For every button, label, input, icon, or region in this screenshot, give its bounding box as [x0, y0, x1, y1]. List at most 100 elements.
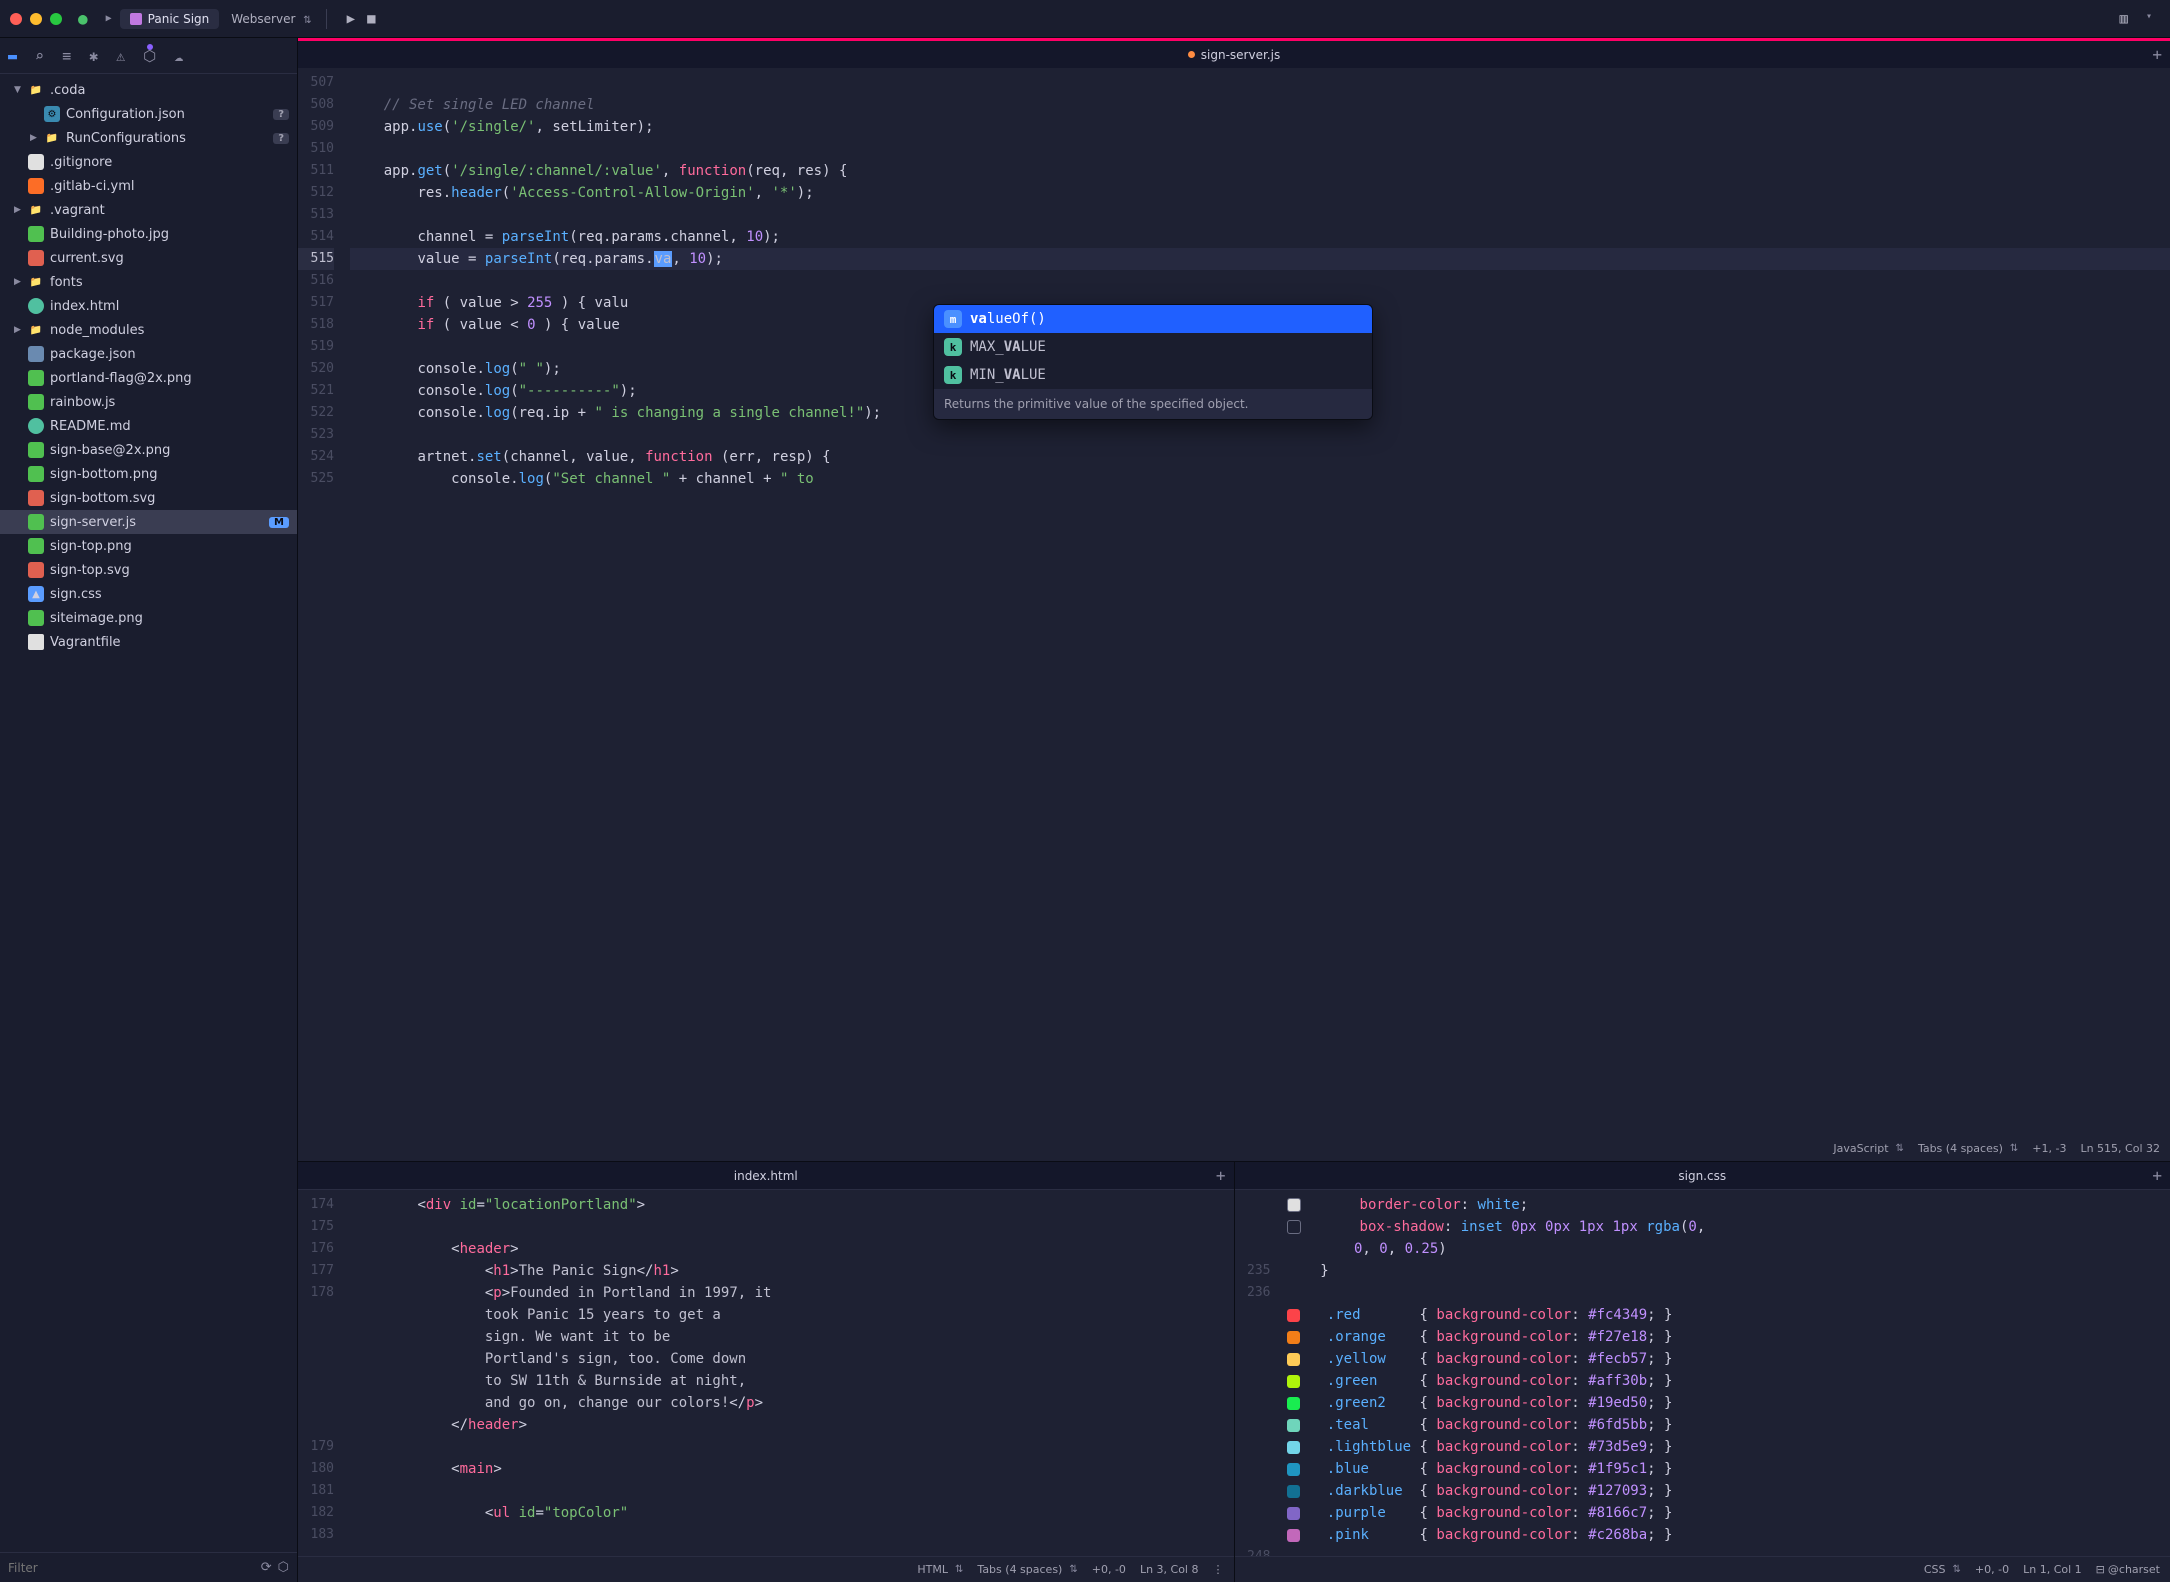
file-name: index.html	[50, 299, 119, 314]
color-swatch	[1287, 1309, 1300, 1322]
code-area-bl[interactable]: 174175176177178 179180181182183 <div id=…	[298, 1190, 1234, 1556]
image-icon	[28, 466, 44, 482]
new-tab-button-br[interactable]: +	[2152, 1166, 2162, 1185]
tab-index-html[interactable]: index.html	[734, 1169, 798, 1183]
code-area-top[interactable]: 5075085095105115125135145155165175185195…	[298, 68, 2170, 1161]
autocomplete-item[interactable]: mvalueOf()	[934, 305, 1372, 333]
autocomplete-item[interactable]: kMAX_VALUE	[934, 333, 1372, 361]
tree-item--vagrant[interactable]: ▶📁.vagrant	[0, 198, 297, 222]
lang-selector[interactable]: JavaScript ⇅	[1833, 1142, 1904, 1155]
chevron-icon: ▶	[14, 277, 26, 287]
diff-status: +1, -3	[2032, 1142, 2066, 1155]
file-name: sign-base@2x.png	[50, 443, 170, 458]
new-tab-button[interactable]: +	[2152, 45, 2162, 64]
layout-button[interactable]: ▥	[2120, 11, 2128, 27]
file-name: Configuration.json	[66, 107, 185, 122]
lang-selector-br[interactable]: CSS ⇅	[1924, 1563, 1961, 1576]
run-button[interactable]: ▶	[347, 11, 355, 27]
files-tab[interactable]: ▬	[8, 47, 17, 65]
chevron-down-icon[interactable]: ▾	[2146, 11, 2152, 27]
code-bl[interactable]: <div id="locationPortland"> <header> <h1…	[342, 1190, 1234, 1556]
tree-item-readme-md[interactable]: README.md	[0, 414, 297, 438]
outline-tab[interactable]: ≡	[62, 47, 71, 65]
fold-checkbox[interactable]	[1287, 1220, 1301, 1234]
fold-checkbox[interactable]	[1287, 1198, 1301, 1212]
folder-icon: 📁	[28, 322, 44, 338]
bookmark-tab[interactable]: ✱	[89, 47, 98, 65]
tree-item-sign-bottom-svg[interactable]: sign-bottom.svg	[0, 486, 297, 510]
project-selector[interactable]: Panic Sign	[120, 9, 220, 29]
tree-item-vagrantfile[interactable]: Vagrantfile	[0, 630, 297, 654]
minimize-window[interactable]	[30, 13, 42, 25]
chevron-icon: ▶	[106, 13, 112, 24]
zoom-window[interactable]	[50, 13, 62, 25]
file-name: sign-top.png	[50, 539, 132, 554]
file-name: sign-top.svg	[50, 563, 130, 578]
tree-item--gitignore[interactable]: .gitignore	[0, 150, 297, 174]
code-area-br[interactable]: 235236 248 border-color: white; box-shad…	[1235, 1190, 2170, 1556]
file-name: sign-bottom.svg	[50, 491, 155, 506]
json-icon	[28, 346, 44, 362]
tree-item-sign-bottom-png[interactable]: sign-bottom.png	[0, 462, 297, 486]
tree-item-sign-base-2x-png[interactable]: sign-base@2x.png	[0, 438, 297, 462]
settings-icon[interactable]: ⬡	[278, 1560, 289, 1575]
close-window[interactable]	[10, 13, 22, 25]
tree-item-package-json[interactable]: package.json	[0, 342, 297, 366]
tree-item-sign-server-js[interactable]: sign-server.jsM	[0, 510, 297, 534]
file-tree[interactable]: ▼📁.coda⚙Configuration.json?▶📁RunConfigur…	[0, 74, 297, 1552]
run-target-selector[interactable]: Webserver ⇅	[231, 12, 311, 26]
status-bar-top: JavaScript ⇅ Tabs (4 spaces) ⇅ +1, -3 Ln…	[1823, 1135, 2170, 1161]
tab-sign-server[interactable]: sign-server.js	[1188, 48, 1280, 62]
tree-item-siteimage-png[interactable]: siteimage.png	[0, 606, 297, 630]
tree-item-portland-flag-2x-png[interactable]: portland-flag@2x.png	[0, 366, 297, 390]
image-icon	[28, 538, 44, 554]
sync-icon[interactable]: ⟳	[261, 1560, 272, 1575]
js-icon	[28, 514, 44, 530]
tab-bar-top: sign-server.js +	[298, 38, 2170, 68]
cloud-tab[interactable]: ☁	[174, 47, 183, 65]
stop-button[interactable]: ■	[367, 11, 375, 27]
image-icon	[28, 610, 44, 626]
autocomplete-item[interactable]: kMIN_VALUE	[934, 361, 1372, 389]
tree-item-sign-css[interactable]: ▲sign.css	[0, 582, 297, 606]
color-swatch	[1287, 1507, 1300, 1520]
badge: M	[269, 517, 289, 528]
tree-item--gitlab-ci-yml[interactable]: .gitlab-ci.yml	[0, 174, 297, 198]
tree-item-sign-top-svg[interactable]: sign-top.svg	[0, 558, 297, 582]
more-bl[interactable]: ⋮	[1213, 1563, 1224, 1576]
color-swatch	[1287, 1463, 1300, 1476]
file-icon	[28, 634, 44, 650]
tree-item-current-svg[interactable]: current.svg	[0, 246, 297, 270]
search-tab[interactable]: ⌕	[35, 47, 44, 65]
editor-bottom-right: sign.css + 235236 248 border-color: whit…	[1234, 1162, 2170, 1582]
indent-selector-bl[interactable]: Tabs (4 spaces) ⇅	[977, 1563, 1077, 1576]
tree-item-rainbow-js[interactable]: rainbow.js	[0, 390, 297, 414]
charset-br[interactable]: ⊟ @charset	[2096, 1563, 2160, 1576]
gitignore-icon	[28, 154, 44, 170]
tree-item-sign-top-png[interactable]: sign-top.png	[0, 534, 297, 558]
file-name: README.md	[50, 419, 131, 434]
tree-item-node-modules[interactable]: ▶📁node_modules	[0, 318, 297, 342]
tree-item-index-html[interactable]: index.html	[0, 294, 297, 318]
folder-icon: 📁	[28, 274, 44, 290]
tree-item-configuration-json[interactable]: ⚙Configuration.json?	[0, 102, 297, 126]
lang-selector-bl[interactable]: HTML ⇅	[917, 1563, 963, 1576]
filter-input[interactable]	[8, 1561, 261, 1575]
chevron-icon: ▼	[14, 85, 26, 95]
tree-item-runconfigurations[interactable]: ▶📁RunConfigurations?	[0, 126, 297, 150]
tree-item--coda[interactable]: ▼📁.coda	[0, 78, 297, 102]
indent-selector[interactable]: Tabs (4 spaces) ⇅	[1918, 1142, 2018, 1155]
tab-sign-css[interactable]: sign.css	[1678, 1169, 1726, 1183]
tree-item-fonts[interactable]: ▶📁fonts	[0, 270, 297, 294]
tree-item-building-photo-jpg[interactable]: Building-photo.jpg	[0, 222, 297, 246]
code-top[interactable]: // Set single LED channel app.use('/sing…	[342, 68, 2170, 1161]
editor-bottom-row: index.html + 174175176177178 17918018118…	[298, 1162, 2170, 1582]
issues-tab[interactable]: ⚠	[116, 47, 125, 65]
autocomplete-popup[interactable]: mvalueOf()kMAX_VALUEkMIN_VALUEReturns th…	[933, 304, 1373, 420]
file-name: Vagrantfile	[50, 635, 121, 650]
kind-badge: k	[944, 366, 962, 384]
editor-top: sign-server.js + 50750850951051151251351…	[298, 38, 2170, 1162]
code-br[interactable]: border-color: white; box-shadow: inset 0…	[1279, 1190, 2170, 1556]
new-tab-button-bl[interactable]: +	[1216, 1166, 1226, 1185]
modified-indicator	[1188, 51, 1195, 58]
